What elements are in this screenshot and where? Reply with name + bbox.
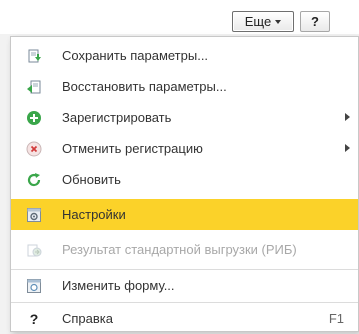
shortcut-label: F1	[328, 311, 344, 326]
menu-item-change-form[interactable]: Изменить форму...	[11, 270, 358, 301]
submenu-arrow-icon	[345, 113, 350, 121]
cancel-circle-icon	[26, 141, 42, 157]
menu-item-label: Восстановить параметры...	[62, 79, 227, 94]
menu-item-standard-export-result[interactable]: Результат стандартной выгрузки (РИБ)	[11, 234, 358, 265]
settings-icon	[26, 207, 42, 223]
help-icon: ?	[29, 311, 39, 327]
toolbar: Еще ?	[0, 0, 359, 34]
menu-item-label: Справка	[62, 311, 113, 326]
menu-item-refresh[interactable]: Обновить	[11, 164, 358, 195]
save-settings-icon	[26, 48, 42, 64]
menu-item-register[interactable]: Зарегистрировать	[11, 102, 358, 133]
menu-item-label: Изменить форму...	[62, 278, 175, 293]
menu-item-save-settings[interactable]: Сохранить параметры...	[11, 40, 358, 71]
refresh-icon	[26, 172, 42, 188]
more-button-label: Еще	[244, 14, 272, 29]
more-button[interactable]: Еще	[232, 11, 294, 32]
menu-item-help[interactable]: ? Справка F1	[11, 303, 358, 334]
submenu-arrow-icon	[345, 144, 350, 152]
plus-circle-icon	[26, 110, 42, 126]
menu-item-label: Настройки	[62, 207, 126, 222]
menu-item-restore-settings[interactable]: Восстановить параметры...	[11, 71, 358, 102]
menu-item-label: Зарегистрировать	[62, 110, 172, 125]
export-result-icon	[26, 242, 42, 258]
help-button-label: ?	[311, 14, 319, 29]
help-button[interactable]: ?	[300, 11, 330, 32]
menu-item-settings[interactable]: Настройки	[11, 199, 358, 230]
restore-settings-icon	[26, 79, 42, 95]
chevron-down-icon	[275, 19, 282, 24]
menu-item-label: Сохранить параметры...	[62, 48, 209, 63]
menu-item-cancel-registration[interactable]: Отменить регистрацию	[11, 133, 358, 164]
more-dropdown-menu: Сохранить параметры... Восстановить пара…	[10, 36, 359, 332]
menu-item-label: Результат стандартной выгрузки (РИБ)	[62, 242, 297, 257]
menu-item-label: Отменить регистрацию	[62, 141, 203, 156]
change-form-icon	[26, 278, 42, 294]
menu-item-label: Обновить	[62, 172, 121, 187]
